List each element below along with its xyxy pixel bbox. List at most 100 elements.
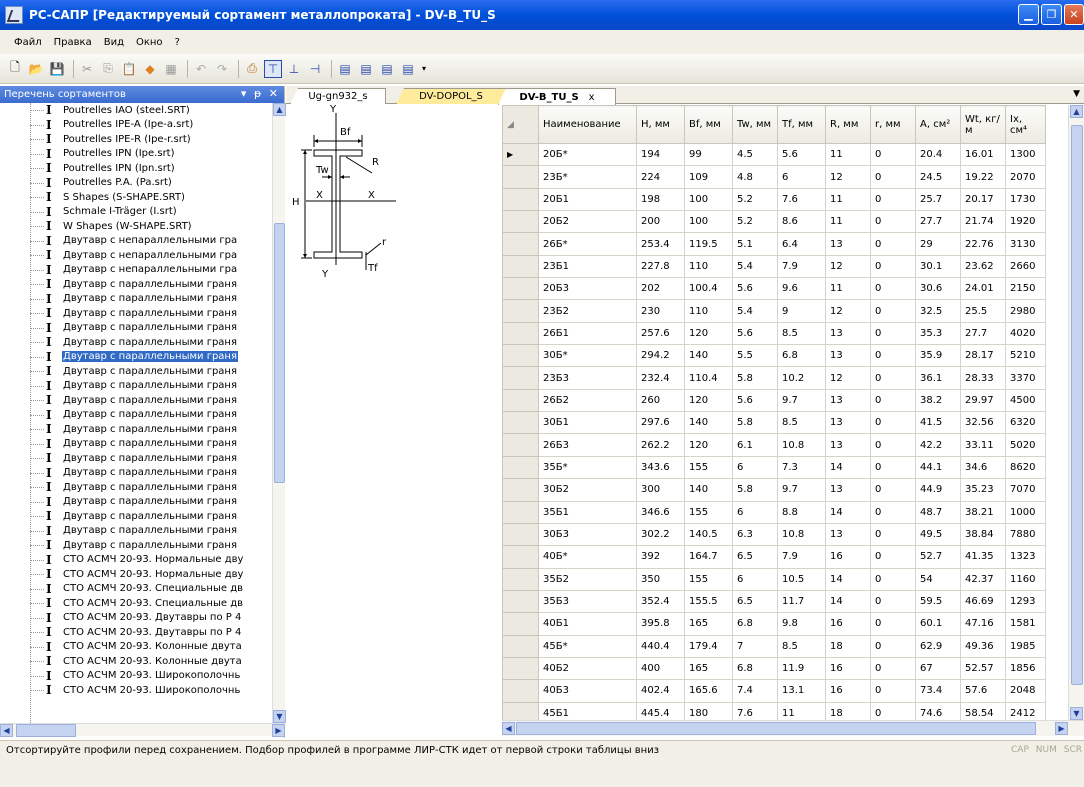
catalog-tree-item[interactable]: I СТО АСЧМ 20-93. Широкополочнь xyxy=(0,683,272,698)
catalog-tree-item[interactable]: I Двутавр с параллельными граня xyxy=(0,277,272,292)
catalog-tree-item[interactable]: I СТО АСЧМ 20-93. Двутавры по Р 4 xyxy=(0,625,272,640)
table-cell[interactable]: 257.6 xyxy=(636,321,685,346)
table-cell[interactable]: 20.17 xyxy=(960,187,1006,212)
table-cell[interactable]: 10.5 xyxy=(777,567,826,591)
table-row[interactable]: 30Б3 302.2 140.5 6.3 10.8 13 0 49.5 38.84 7880 xyxy=(502,522,1046,547)
table-row[interactable]: 30Б* 294.2 140 5.5 6.8 13 0 35.9 28.17 5210 xyxy=(502,344,1046,368)
row-header[interactable] xyxy=(502,299,539,323)
scroll-up-icon[interactable]: ▲ xyxy=(273,103,286,116)
table-cell[interactable]: 445.4 xyxy=(636,701,685,720)
table-cell[interactable]: 7070 xyxy=(1005,478,1046,502)
select-all-corner[interactable]: ◢ xyxy=(502,105,539,144)
add-row-icon[interactable]: ⊥ xyxy=(285,60,303,78)
catalog-tree-item[interactable]: I СТО АСЧМ 20-93. Колонные двута xyxy=(0,654,272,669)
table-cell[interactable]: 0 xyxy=(870,567,916,591)
row-header[interactable] xyxy=(502,500,539,524)
table-cell[interactable]: 6 xyxy=(732,455,778,480)
row-header[interactable] xyxy=(502,411,539,435)
table-cell[interactable]: 12 xyxy=(825,165,871,189)
catalog-tree-item[interactable]: I Poutrelles IPE-A (Ipe-a.srt) xyxy=(0,117,272,133)
catalog-tree-item[interactable]: I Poutrelles IAO (steel.SRT) xyxy=(0,103,272,118)
table-cell[interactable]: 59.5 xyxy=(915,589,961,614)
tab-ug-gn932[interactable]: Ug-gn932_s xyxy=(290,88,386,104)
table-cell[interactable]: 46.69 xyxy=(960,589,1006,614)
table-cell[interactable]: 194 xyxy=(636,142,685,167)
table-cell[interactable]: 40Б* xyxy=(538,545,637,569)
panel-close-icon[interactable]: ✕ xyxy=(269,87,278,100)
table-cell[interactable]: 0 xyxy=(870,254,916,279)
table-cell[interactable]: 16.01 xyxy=(960,142,1006,167)
row-header[interactable] xyxy=(502,321,539,346)
table-cell[interactable]: 5.8 xyxy=(732,366,778,390)
catalog-tree-item[interactable]: I Двутавр с непараллельными гра xyxy=(0,248,272,263)
table-cell[interactable]: 0 xyxy=(870,142,916,167)
catalog-tree-item[interactable]: I Poutrelles IPE-R (Ipe-r.srt) xyxy=(0,132,272,147)
table-cell[interactable]: 0 xyxy=(870,187,916,212)
grid-horizontal-scrollbar[interactable]: ◀ ▶ xyxy=(502,720,1084,736)
copy-icon[interactable]: ⎘ xyxy=(99,60,117,78)
row-header[interactable] xyxy=(502,612,539,636)
table-cell[interactable]: 40Б1 xyxy=(538,612,637,636)
catalog-tree-item[interactable]: I СТО АСЧМ 20-93. Колонные двута xyxy=(0,639,272,655)
table-cell[interactable]: 100 xyxy=(684,210,733,234)
table-cell[interactable]: 44.9 xyxy=(915,478,961,502)
row-header[interactable] xyxy=(502,254,539,279)
table-cell[interactable]: 5.6 xyxy=(732,321,778,346)
table-cell[interactable]: 11 xyxy=(825,277,871,301)
table-cell[interactable]: 8.8 xyxy=(777,500,826,524)
catalog-tree-item[interactable]: I Двутавр с параллельными граня xyxy=(0,378,272,394)
delete-row-icon[interactable]: ⊣ xyxy=(306,60,324,78)
catalog-tree-item[interactable]: I СТО АСМЧ 20-93. Специальные дв xyxy=(0,581,272,597)
undo-icon[interactable]: ↶ xyxy=(192,60,210,78)
table-cell[interactable]: 30.6 xyxy=(915,277,961,301)
table-cell[interactable]: 41.5 xyxy=(915,411,961,435)
scroll-left-icon[interactable]: ◀ xyxy=(502,722,515,735)
table-cell[interactable]: 352.4 xyxy=(636,589,685,614)
column-header[interactable]: Bf, мм xyxy=(684,105,733,144)
table-cell[interactable]: 41.35 xyxy=(960,545,1006,569)
table-cell[interactable]: 40Б3 xyxy=(538,679,637,703)
table-cell[interactable]: 27.7 xyxy=(960,321,1006,346)
table-cell[interactable]: 164.7 xyxy=(684,545,733,569)
table-cell[interactable]: 49.5 xyxy=(915,522,961,547)
table-row[interactable]: 26Б1 257.6 120 5.6 8.5 13 0 35.3 27.7 4020 xyxy=(502,321,1046,346)
table-cell[interactable]: 0 xyxy=(870,634,916,658)
table-cell[interactable]: 99 xyxy=(684,142,733,167)
table-cell[interactable]: 0 xyxy=(870,433,916,457)
table-cell[interactable]: 16 xyxy=(825,612,871,636)
table-cell[interactable]: 230 xyxy=(636,299,685,323)
table-cell[interactable]: 1300 xyxy=(1005,142,1046,167)
table-cell[interactable]: 260 xyxy=(636,388,685,413)
catalog-tree-item[interactable]: I Schmale I-Träger (I.srt) xyxy=(0,204,272,220)
table-cell[interactable]: 110.4 xyxy=(684,366,733,390)
catalog-tree-item[interactable]: I Двутавр с параллельными граня xyxy=(0,509,272,524)
menu-window[interactable]: Окно xyxy=(136,37,163,48)
tab-close-icon[interactable]: x xyxy=(589,92,595,103)
table-cell[interactable]: 34.6 xyxy=(960,455,1006,480)
table-cell[interactable]: 20.4 xyxy=(915,142,961,167)
table-cell[interactable]: 253.4 xyxy=(636,232,685,256)
table-cell[interactable]: 120 xyxy=(684,433,733,457)
table-cell[interactable]: 24.5 xyxy=(915,165,961,189)
table-cell[interactable]: 0 xyxy=(870,321,916,346)
table-cell[interactable]: 36.1 xyxy=(915,366,961,390)
table-cell[interactable]: 58.54 xyxy=(960,701,1006,720)
open-folder-icon[interactable]: 📂 xyxy=(27,60,45,78)
table-cell[interactable]: 28.17 xyxy=(960,344,1006,368)
table-cell[interactable]: 14 xyxy=(825,500,871,524)
row-header[interactable] xyxy=(502,545,539,569)
table-cell[interactable]: 140 xyxy=(684,478,733,502)
table-cell[interactable]: 5.4 xyxy=(732,254,778,279)
row-header[interactable] xyxy=(502,701,539,720)
table-cell[interactable]: 5.8 xyxy=(732,478,778,502)
layout3-icon[interactable]: ▤ xyxy=(378,60,396,78)
table-cell[interactable]: 52.7 xyxy=(915,545,961,569)
table-cell[interactable]: 7.6 xyxy=(732,701,778,720)
table-cell[interactable]: 7.6 xyxy=(777,187,826,212)
row-header[interactable] xyxy=(502,567,539,591)
table-cell[interactable]: 26Б2 xyxy=(538,388,637,413)
table-cell[interactable]: 1581 xyxy=(1005,612,1046,636)
table-cell[interactable]: 140 xyxy=(684,411,733,435)
column-header[interactable]: R, мм xyxy=(825,105,871,144)
table-cell[interactable]: 13.1 xyxy=(777,679,826,703)
